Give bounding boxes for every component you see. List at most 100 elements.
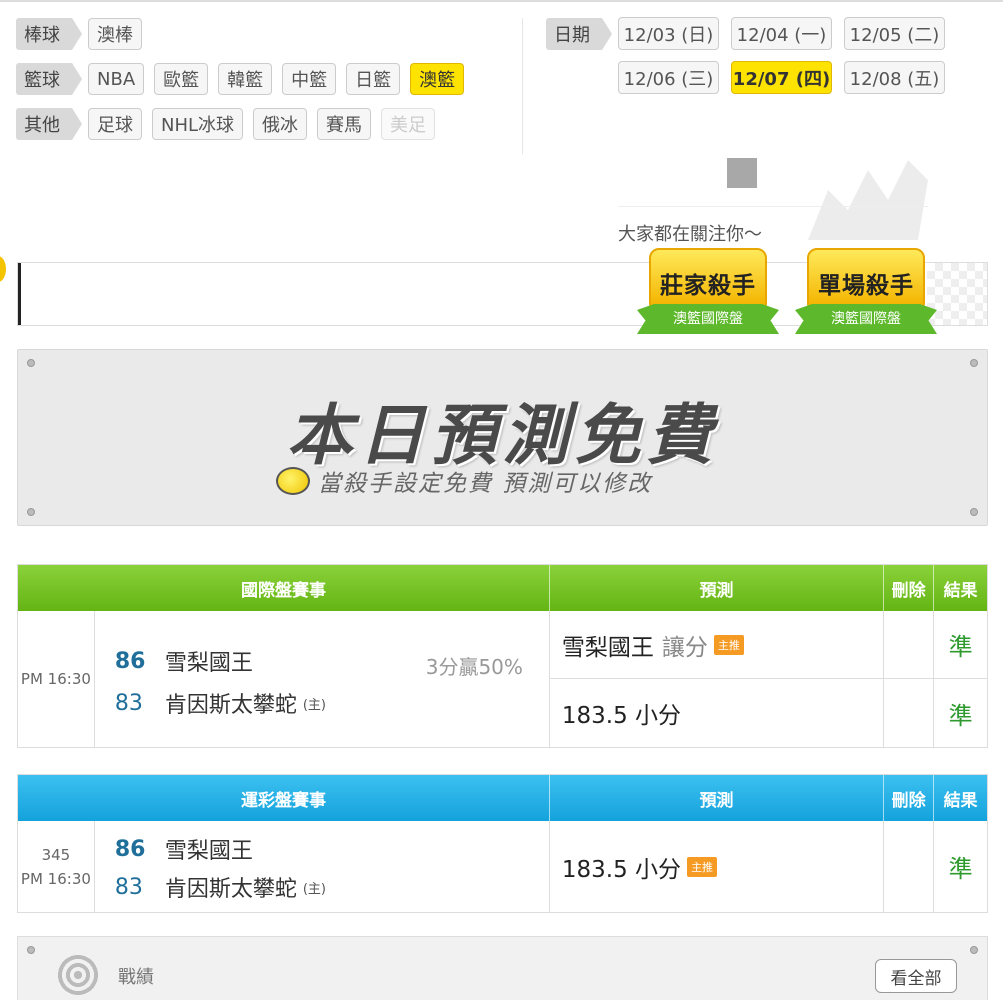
away-team-line: 86 雪梨國王 (115, 645, 253, 677)
date-chip[interactable]: 12/03 (日) (618, 17, 719, 50)
prediction-cell: 183.5 小分 主推 (550, 821, 885, 912)
record-section: 戰績 看全部 (17, 936, 988, 1000)
prediction-row: 183.5 小分 主推 (550, 821, 883, 912)
category-row-baseball: 棒球 澳棒 (16, 16, 142, 52)
prediction-extra: 讓分 (661, 634, 708, 661)
main-pick-badge: 主推 (687, 856, 718, 877)
away-score: 86 (114, 836, 146, 862)
badge-subtitle: 澳籃國際盤 (673, 311, 743, 327)
chip-horse-racing[interactable]: 賽馬 (317, 108, 372, 140)
chip-soccer[interactable]: 足球 (88, 108, 142, 140)
home-team-line: 83 肯因斯太攀蛇 (主) (115, 871, 326, 903)
away-team: 雪梨國王 (164, 839, 253, 864)
screw-icon (970, 359, 978, 367)
mascot-watermark-icon (808, 160, 928, 240)
date-chip-selected[interactable]: 12/07 (四) (731, 61, 832, 94)
result-text: 準 (948, 701, 973, 730)
away-score: 86 (114, 648, 146, 674)
category-label-basketball: 籃球 (16, 63, 82, 95)
header-prediction: 預測 (550, 565, 885, 611)
prediction-text-wrap: 183.5 小分 主推 (550, 850, 718, 884)
record-title: 戰績 (118, 967, 154, 988)
game-cell[interactable]: 86 雪梨國王 83 肯因斯太攀蛇 (主) (95, 821, 550, 912)
result-row: 準 (934, 821, 987, 912)
vertical-divider (522, 18, 523, 154)
game-time: PM 16:30 (20, 670, 91, 688)
game-time-cell: 345 PM 16:30 (18, 821, 95, 912)
prediction-text: 雪梨國王 (561, 634, 654, 661)
chip-china-basketball[interactable]: 中籃 (282, 63, 337, 95)
header-prediction: 預測 (550, 775, 885, 821)
table-row: 345 PM 16:30 86 雪梨國王 83 肯因斯太攀蛇 (主) 183.5… (18, 821, 987, 912)
badge-title: 莊家殺手 (660, 273, 756, 299)
header-result: 結果 (943, 580, 978, 601)
side-marker-icon (0, 256, 6, 282)
badge-bookmaker-killer[interactable]: 莊家殺手 澳籃國際盤 (637, 248, 779, 340)
date-chip[interactable]: 12/04 (一) (731, 17, 832, 50)
header-result: 結果 (943, 790, 978, 811)
screw-icon (970, 508, 978, 516)
chip-euro-basketball[interactable]: 歐籃 (154, 63, 209, 95)
home-team: 肯因斯太攀蛇 (164, 693, 297, 718)
chip-nhl[interactable]: NHL冰球 (152, 108, 244, 140)
chip-japan-basketball[interactable]: 日籃 (346, 63, 401, 95)
category-row-other: 其他 足球 NHL冰球 俄冰 賽馬 美足 (16, 106, 436, 142)
intl-odds-table: 國際盤賽事 預測 刪除 結果 PM 16:30 86 雪梨國王 83 肯因斯太攀… (17, 564, 988, 748)
header-delete: 刪除 (884, 565, 935, 611)
badge-title: 單場殺手 (818, 273, 914, 299)
date-chip[interactable]: 12/08 (五) (844, 61, 945, 94)
prediction-text: 183.5 小分 (561, 703, 682, 729)
delete-cell (884, 611, 935, 747)
result-row: 準 (934, 679, 987, 747)
category-label-baseball: 棒球 (16, 18, 82, 50)
top-divider (0, 0, 1003, 2)
prediction-text-wrap: 雪梨國王 讓分 主推 (550, 628, 744, 662)
home-score: 83 (114, 690, 143, 716)
see-all-button[interactable]: 看全部 (875, 959, 957, 993)
badge-single-game-killer[interactable]: 單場殺手 澳籃國際盤 (795, 248, 937, 340)
badge-subtitle: 澳籃國際盤 (831, 311, 901, 327)
delete-slot[interactable] (884, 679, 933, 747)
header-event: 運彩盤賽事 (18, 775, 550, 821)
lottery-odds-table: 運彩盤賽事 預測 刪除 結果 345 PM 16:30 86 雪梨國王 83 肯… (17, 774, 988, 913)
ticker-cursor (18, 263, 21, 325)
away-team-line: 86 雪梨國王 (115, 833, 253, 865)
attention-text: 大家都在關注你～ (618, 224, 762, 245)
result-text: 準 (948, 855, 973, 883)
home-team-line: 83 肯因斯太攀蛇 (主) (115, 687, 326, 719)
chip-russia-hockey[interactable]: 俄冰 (253, 108, 308, 140)
chip-korea-basketball[interactable]: 韓籃 (218, 63, 273, 95)
result-text: 準 (948, 633, 973, 661)
result-row: 準 (934, 611, 988, 679)
screw-icon (27, 508, 35, 516)
game-time-cell: PM 16:30 (18, 611, 95, 747)
delete-cell[interactable] (884, 821, 935, 912)
category-row-basketball: 籃球 NBA 歐籃 韓籃 中籃 日籃 澳籃 (16, 61, 465, 97)
category-label-other: 其他 (16, 108, 82, 140)
table-row: PM 16:30 86 雪梨國王 83 肯因斯太攀蛇 (主) 3分贏50% 雪梨… (18, 611, 988, 747)
free-prediction-banner: 本日預測免費 當殺手設定免費 預測可以修改 (17, 349, 988, 526)
screw-icon (27, 946, 35, 954)
chip-australian-baseball[interactable]: 澳棒 (88, 18, 142, 50)
game-number: 345 (41, 845, 71, 864)
prediction-row: 183.5 小分 (550, 679, 883, 747)
odds-text: 3分贏50% (425, 655, 523, 679)
home-team: 肯因斯太攀蛇 (164, 877, 297, 902)
date-label-wrap: 日期 (546, 18, 612, 50)
chip-australia-basketball[interactable]: 澳籃 (410, 63, 465, 95)
delete-slot[interactable] (884, 611, 934, 679)
game-cell[interactable]: 86 雪梨國王 83 肯因斯太攀蛇 (主) 3分贏50% (95, 611, 550, 747)
away-team: 雪梨國王 (164, 651, 253, 676)
date-chip[interactable]: 12/05 (二) (844, 17, 945, 50)
prediction-cell: 雪梨國王 讓分 主推 183.5 小分 (549, 611, 885, 747)
home-tag: (主) (302, 881, 327, 897)
prediction-row: 雪梨國王 讓分 主推 (549, 611, 884, 679)
chip-nba[interactable]: NBA (88, 63, 145, 95)
prediction-text: 183.5 小分 (561, 856, 682, 883)
date-chip[interactable]: 12/06 (三) (618, 61, 719, 94)
chip-american-football: 美足 (381, 108, 436, 140)
screw-icon (970, 946, 978, 954)
header-event: 國際盤賽事 (18, 565, 550, 611)
game-time: PM 16:30 (20, 869, 91, 888)
main-pick-badge: 主推 (713, 634, 744, 655)
